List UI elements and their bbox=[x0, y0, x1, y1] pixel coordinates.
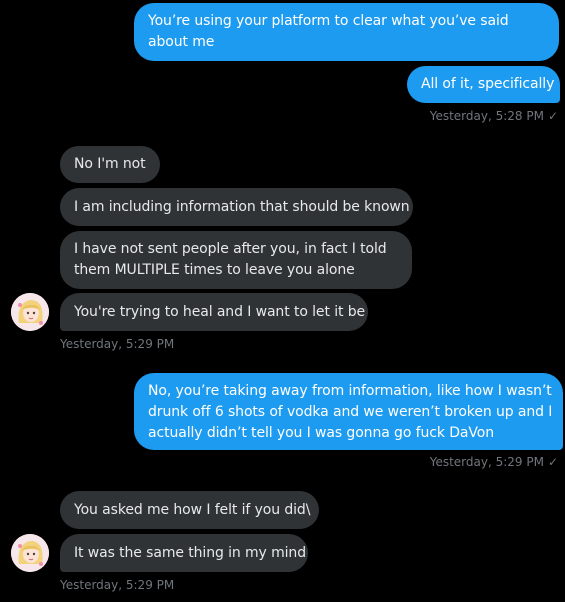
message-timestamp: Yesterday, 5:29 PM ✓ bbox=[430, 455, 558, 469]
avatar[interactable] bbox=[11, 293, 49, 331]
message-bubble-received[interactable]: It was the same thing in my mind bbox=[60, 534, 308, 572]
message-bubble-received[interactable]: No I'm not bbox=[60, 146, 160, 183]
timestamp-text: Yesterday, 5:29 PM bbox=[60, 578, 175, 592]
timestamp-text: Yesterday, 5:29 PM bbox=[429, 455, 544, 469]
timestamp-text: Yesterday, 5:28 PM bbox=[429, 109, 544, 123]
message-timestamp: Yesterday, 5:28 PM ✓ bbox=[430, 109, 558, 123]
avatar-illustration-icon bbox=[11, 293, 49, 331]
timestamp-text: Yesterday, 5:29 PM bbox=[60, 337, 175, 351]
message-text: No, you’re taking away from information,… bbox=[148, 383, 553, 441]
message-bubble-received[interactable]: I am including information that should b… bbox=[60, 188, 413, 226]
message-timestamp: Yesterday, 5:29 PM bbox=[60, 337, 174, 351]
message-text: I have not sent people after you, in fac… bbox=[74, 241, 387, 278]
avatar-illustration-icon bbox=[11, 534, 49, 572]
avatar[interactable] bbox=[11, 534, 49, 572]
message-text: You asked me how I felt if you did\ bbox=[74, 502, 311, 518]
message-bubble-sent[interactable]: No, you’re taking away from information,… bbox=[134, 373, 563, 450]
message-text: No I'm not bbox=[74, 156, 146, 172]
message-text: You're trying to heal and I want to let … bbox=[74, 304, 366, 320]
message-text: I am including information that should b… bbox=[74, 199, 410, 215]
message-bubble-sent[interactable]: All of it, specifically bbox=[407, 66, 560, 103]
message-bubble-sent[interactable]: You’re using your platform to clear what… bbox=[134, 3, 559, 61]
message-text: You’re using your platform to clear what… bbox=[148, 13, 509, 50]
message-bubble-received[interactable]: You're trying to heal and I want to let … bbox=[60, 293, 368, 331]
check-icon: ✓ bbox=[547, 455, 558, 469]
message-text: All of it, specifically bbox=[421, 76, 555, 92]
message-bubble-received[interactable]: I have not sent people after you, in fac… bbox=[60, 231, 412, 289]
check-icon: ✓ bbox=[547, 109, 558, 123]
message-timestamp: Yesterday, 5:29 PM bbox=[60, 578, 174, 592]
message-bubble-received[interactable]: You asked me how I felt if you did\ bbox=[60, 491, 319, 529]
message-text: It was the same thing in my mind bbox=[74, 545, 306, 561]
